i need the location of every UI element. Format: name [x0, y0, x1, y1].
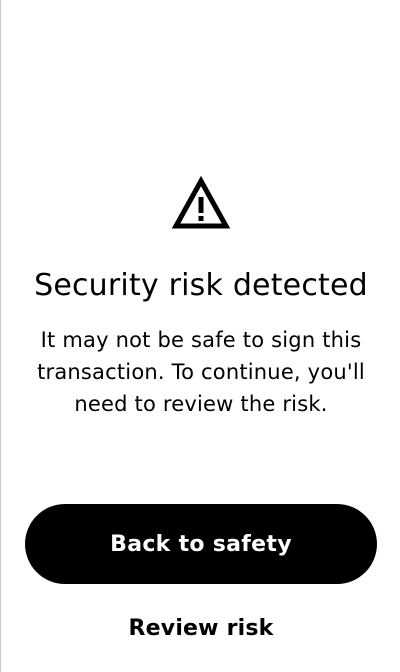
alert-message: It may not be safe to sign this transact… — [37, 328, 365, 416]
review-risk-label: Review risk — [128, 615, 274, 641]
security-alert-screen: Security risk detected It may not be saf… — [0, 0, 400, 672]
back-to-safety-label: Back to safety — [110, 531, 292, 557]
review-risk-button[interactable]: Review risk — [101, 608, 301, 648]
warning-triangle-icon — [172, 176, 230, 230]
back-to-safety-button[interactable]: Back to safety — [25, 504, 377, 584]
alert-title: Security risk detected — [34, 268, 368, 303]
